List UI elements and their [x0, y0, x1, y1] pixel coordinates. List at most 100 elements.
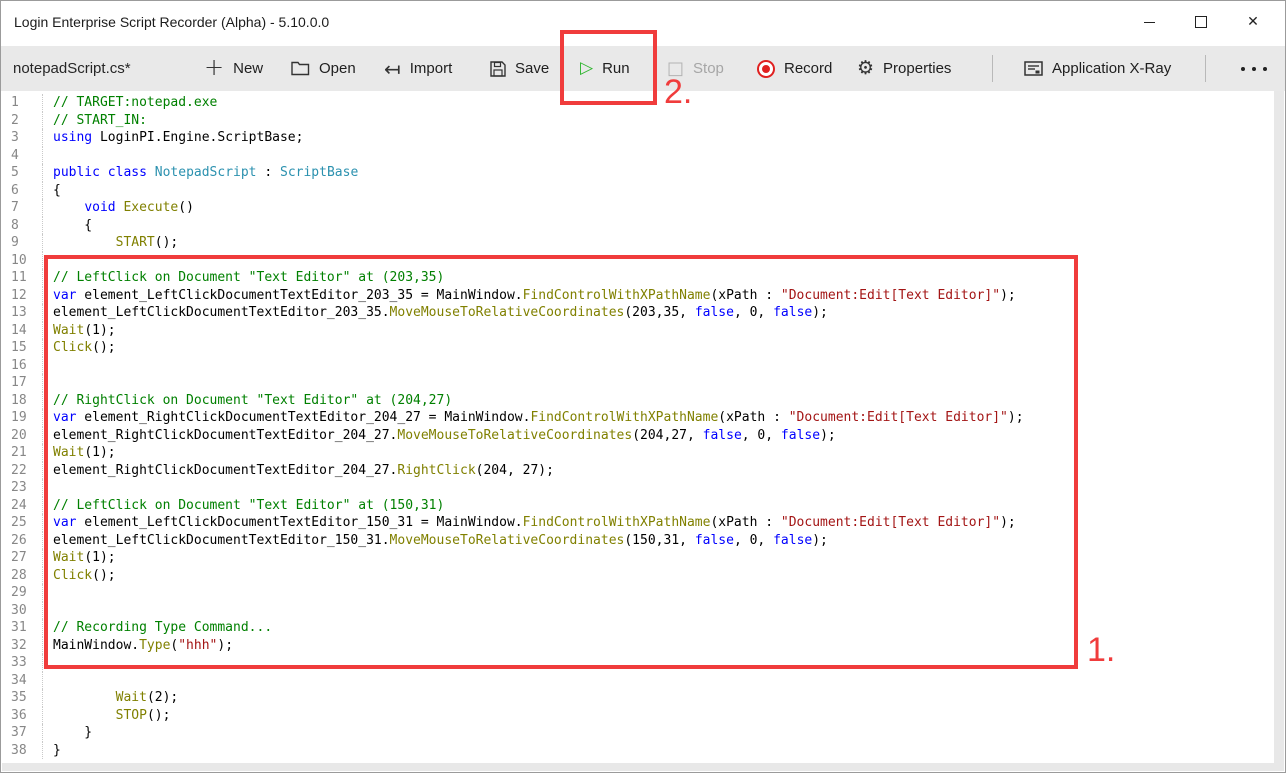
- code-line[interactable]: 36 STOP();: [2, 707, 1274, 725]
- line-number: 11: [2, 269, 42, 287]
- line-number: 25: [2, 514, 42, 532]
- code-text: [42, 672, 1274, 690]
- code-text: Wait(2);: [42, 689, 1274, 707]
- code-line[interactable]: 20element_RightClickDocumentTextEditor_2…: [2, 427, 1274, 445]
- application-xray-label: Application X-Ray: [1052, 60, 1171, 77]
- code-text: using LoginPI.Engine.ScriptBase;: [42, 129, 1274, 147]
- code-text: element_LeftClickDocumentTextEditor_150_…: [42, 532, 1274, 550]
- file-tab[interactable]: notepadScript.cs*: [13, 46, 131, 91]
- code-line[interactable]: 19var element_RightClickDocumentTextEdit…: [2, 409, 1274, 427]
- ellipsis-icon: [1241, 67, 1267, 71]
- code-line[interactable]: 24// LeftClick on Document "Text Editor"…: [2, 497, 1274, 515]
- code-line[interactable]: 35 Wait(2);: [2, 689, 1274, 707]
- stop-button-label: Stop: [693, 60, 724, 77]
- gear-icon: ⚙: [857, 59, 874, 78]
- line-number: 20: [2, 427, 42, 445]
- maximize-button[interactable]: [1175, 1, 1227, 43]
- code-line[interactable]: 4: [2, 147, 1274, 165]
- code-line[interactable]: 12var element_LeftClickDocumentTextEdito…: [2, 287, 1274, 305]
- code-line[interactable]: 14Wait(1);: [2, 322, 1274, 340]
- line-number: 16: [2, 357, 42, 375]
- title-bar[interactable]: Login Enterprise Script Recorder (Alpha)…: [1, 1, 1285, 46]
- code-line[interactable]: 22element_RightClickDocumentTextEditor_2…: [2, 462, 1274, 480]
- code-line[interactable]: 28Click();: [2, 567, 1274, 585]
- run-button[interactable]: ▷ Run: [580, 46, 630, 91]
- line-number: 19: [2, 409, 42, 427]
- code-line[interactable]: 30: [2, 602, 1274, 620]
- code-line[interactable]: 10: [2, 252, 1274, 270]
- open-button[interactable]: Open: [291, 46, 356, 91]
- line-number: 22: [2, 462, 42, 480]
- line-number: 34: [2, 672, 42, 690]
- code-line[interactable]: 37 }: [2, 724, 1274, 742]
- code-line[interactable]: 9 START();: [2, 234, 1274, 252]
- close-button[interactable]: ✕: [1227, 1, 1279, 43]
- code-line[interactable]: 32MainWindow.Type("hhh");: [2, 637, 1274, 655]
- code-line[interactable]: 21Wait(1);: [2, 444, 1274, 462]
- code-text: element_LeftClickDocumentTextEditor_203_…: [42, 304, 1274, 322]
- import-button[interactable]: ↤ Import: [384, 46, 452, 91]
- code-text: // Recording Type Command...: [42, 619, 1274, 637]
- line-number: 3: [2, 129, 42, 147]
- code-line[interactable]: 3using LoginPI.Engine.ScriptBase;: [2, 129, 1274, 147]
- run-play-icon: ▷: [580, 60, 593, 77]
- code-line[interactable]: 7 void Execute(): [2, 199, 1274, 217]
- code-line[interactable]: 27Wait(1);: [2, 549, 1274, 567]
- code-line[interactable]: 16: [2, 357, 1274, 375]
- code-line[interactable]: 34: [2, 672, 1274, 690]
- toolbar-separator: [1205, 55, 1206, 82]
- import-arrow-icon: ↤: [384, 59, 401, 79]
- code-text: [42, 584, 1274, 602]
- code-text: var element_LeftClickDocumentTextEditor_…: [42, 514, 1274, 532]
- code-text: [42, 374, 1274, 392]
- code-line[interactable]: 31// Recording Type Command...: [2, 619, 1274, 637]
- properties-button[interactable]: ⚙ Properties: [857, 46, 951, 91]
- line-number: 7: [2, 199, 42, 217]
- app-window: Login Enterprise Script Recorder (Alpha)…: [0, 0, 1286, 773]
- application-xray-button[interactable]: Application X-Ray: [1024, 46, 1171, 91]
- import-button-label: Import: [410, 60, 453, 77]
- record-button-label: Record: [784, 60, 832, 77]
- code-text: STOP();: [42, 707, 1274, 725]
- line-number: 31: [2, 619, 42, 637]
- code-line[interactable]: 1// TARGET:notepad.exe: [2, 94, 1274, 112]
- line-number: 28: [2, 567, 42, 585]
- code-line[interactable]: 33: [2, 654, 1274, 672]
- code-text: [42, 654, 1274, 672]
- code-line[interactable]: 25var element_LeftClickDocumentTextEdito…: [2, 514, 1274, 532]
- code-text: // TARGET:notepad.exe: [42, 94, 1274, 112]
- code-line[interactable]: 6{: [2, 182, 1274, 200]
- stop-square-icon: □: [667, 60, 684, 78]
- code-text: Wait(1);: [42, 444, 1274, 462]
- line-number: 6: [2, 182, 42, 200]
- code-editor[interactable]: 1// TARGET:notepad.exe2// START_IN:3usin…: [2, 91, 1274, 763]
- minimize-button[interactable]: [1123, 1, 1175, 43]
- record-button[interactable]: Record: [757, 46, 832, 91]
- line-number: 14: [2, 322, 42, 340]
- line-number: 2: [2, 112, 42, 130]
- vertical-scrollbar[interactable]: [1274, 91, 1284, 763]
- line-number: 37: [2, 724, 42, 742]
- code-line[interactable]: 8 {: [2, 217, 1274, 235]
- new-button-label: New: [233, 60, 263, 77]
- code-line[interactable]: 23: [2, 479, 1274, 497]
- code-line[interactable]: 13element_LeftClickDocumentTextEditor_20…: [2, 304, 1274, 322]
- code-line[interactable]: 11// LeftClick on Document "Text Editor"…: [2, 269, 1274, 287]
- code-line[interactable]: 26element_LeftClickDocumentTextEditor_15…: [2, 532, 1274, 550]
- minimize-icon: [1144, 22, 1155, 23]
- horizontal-scrollbar[interactable]: [2, 763, 1284, 771]
- stop-button[interactable]: □ Stop: [667, 46, 724, 91]
- new-button[interactable]: + New: [204, 46, 263, 91]
- code-line[interactable]: 38}: [2, 742, 1274, 760]
- code-line[interactable]: 29: [2, 584, 1274, 602]
- toolbar-separator: [992, 55, 993, 82]
- code-line[interactable]: 18// RightClick on Document "Text Editor…: [2, 392, 1274, 410]
- more-options-button[interactable]: [1241, 46, 1267, 91]
- code-text: // LeftClick on Document "Text Editor" a…: [42, 269, 1274, 287]
- code-line[interactable]: 5public class NotepadScript : ScriptBase: [2, 164, 1274, 182]
- line-number: 15: [2, 339, 42, 357]
- code-line[interactable]: 15Click();: [2, 339, 1274, 357]
- save-button[interactable]: Save: [490, 46, 549, 91]
- code-line[interactable]: 2// START_IN:: [2, 112, 1274, 130]
- code-line[interactable]: 17: [2, 374, 1274, 392]
